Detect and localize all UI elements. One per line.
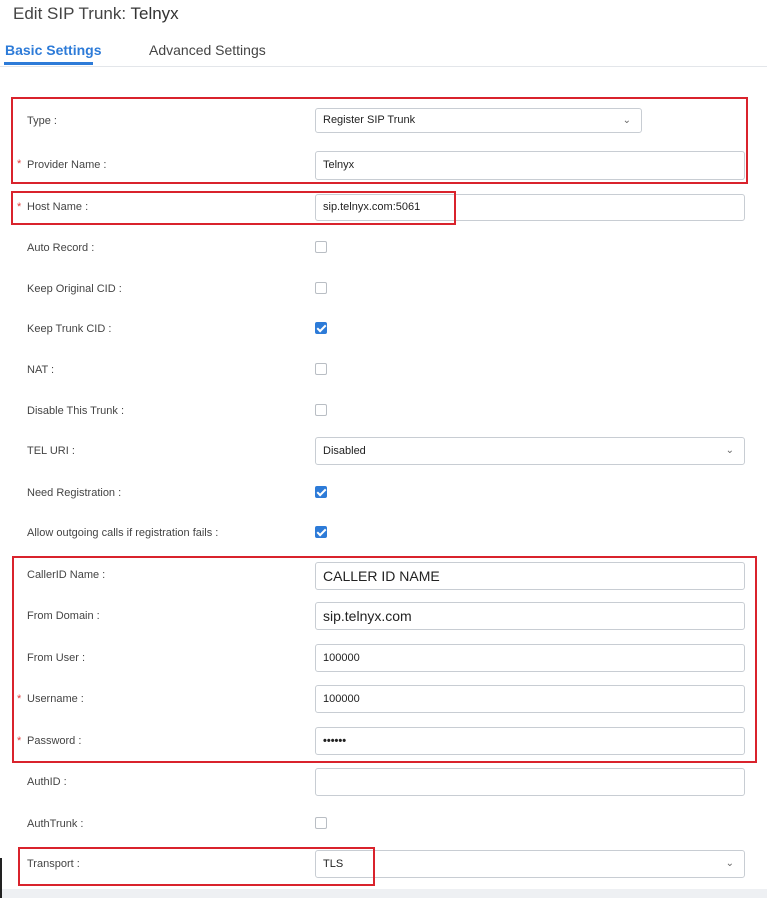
chevron-down-icon: ⌄: [725, 858, 734, 869]
tab-bar: Basic Settings Advanced Settings: [0, 36, 767, 67]
allow-outgoing-label: Allow outgoing calls if registration fai…: [27, 527, 219, 539]
authid-input[interactable]: [315, 768, 745, 796]
password-label: Password :: [27, 735, 82, 747]
need-registration-checkbox[interactable]: [315, 486, 327, 498]
keep-original-cid-checkbox[interactable]: [315, 282, 327, 294]
required-marker: *: [17, 158, 22, 170]
transport-select-value: TLS: [323, 858, 344, 870]
disable-trunk-label: Disable This Trunk :: [27, 405, 125, 417]
type-label: Type :: [27, 115, 57, 127]
provider-name-label: Provider Name :: [27, 159, 107, 171]
type-select-value: Register SIP Trunk: [323, 114, 416, 126]
callerid-name-input[interactable]: CALLER ID NAME: [315, 562, 745, 590]
allow-outgoing-checkbox[interactable]: [315, 526, 327, 538]
form-bottom-edge: [0, 889, 767, 898]
host-name-label: Host Name :: [27, 201, 89, 213]
page-title-trunk-name: Telnyx: [130, 4, 179, 23]
tel-uri-select[interactable]: Disabled ⌄: [315, 437, 745, 465]
type-select[interactable]: Register SIP Trunk ⌄: [315, 108, 642, 133]
authtrunk-label: AuthTrunk :: [27, 818, 84, 830]
keep-original-cid-label: Keep Original CID :: [27, 283, 122, 295]
from-domain-label: From Domain :: [27, 610, 100, 622]
from-user-label: From User :: [27, 652, 86, 664]
transport-select[interactable]: TLS ⌄: [315, 850, 745, 878]
page-title: Edit SIP Trunk: Telnyx: [13, 4, 179, 24]
auto-record-checkbox[interactable]: [315, 241, 327, 253]
required-marker: *: [17, 693, 22, 705]
from-domain-input[interactable]: sip.telnyx.com: [315, 602, 745, 630]
authid-label: AuthID :: [27, 776, 67, 788]
from-user-input[interactable]: 100000: [315, 644, 745, 672]
required-marker: *: [17, 735, 22, 747]
callerid-name-label: CallerID Name :: [27, 569, 106, 581]
keep-trunk-cid-label: Keep Trunk CID :: [27, 323, 112, 335]
username-input[interactable]: 100000: [315, 685, 745, 713]
chevron-down-icon: ⌄: [622, 115, 631, 126]
nat-checkbox[interactable]: [315, 363, 327, 375]
auto-record-label: Auto Record :: [27, 242, 95, 254]
page-title-prefix: Edit SIP Trunk:: [13, 4, 127, 23]
tel-uri-select-value: Disabled: [323, 445, 366, 457]
need-registration-label: Need Registration :: [27, 487, 122, 499]
required-marker: *: [17, 201, 22, 213]
window-edge: [0, 858, 2, 898]
chevron-down-icon: ⌄: [725, 445, 734, 456]
nat-label: NAT :: [27, 364, 55, 376]
authtrunk-checkbox[interactable]: [315, 817, 327, 829]
provider-name-input[interactable]: Telnyx: [315, 151, 745, 180]
tab-advanced-settings[interactable]: Advanced Settings: [149, 42, 266, 58]
username-label: Username :: [27, 693, 84, 705]
host-name-input[interactable]: sip.telnyx.com:5061: [315, 194, 745, 221]
active-tab-indicator: [4, 62, 93, 65]
transport-label: Transport :: [27, 858, 80, 870]
tel-uri-label: TEL URI :: [27, 445, 75, 457]
keep-trunk-cid-checkbox[interactable]: [315, 322, 327, 334]
tab-basic-settings[interactable]: Basic Settings: [5, 42, 101, 58]
disable-trunk-checkbox[interactable]: [315, 404, 327, 416]
password-input[interactable]: ••••••: [315, 727, 745, 755]
